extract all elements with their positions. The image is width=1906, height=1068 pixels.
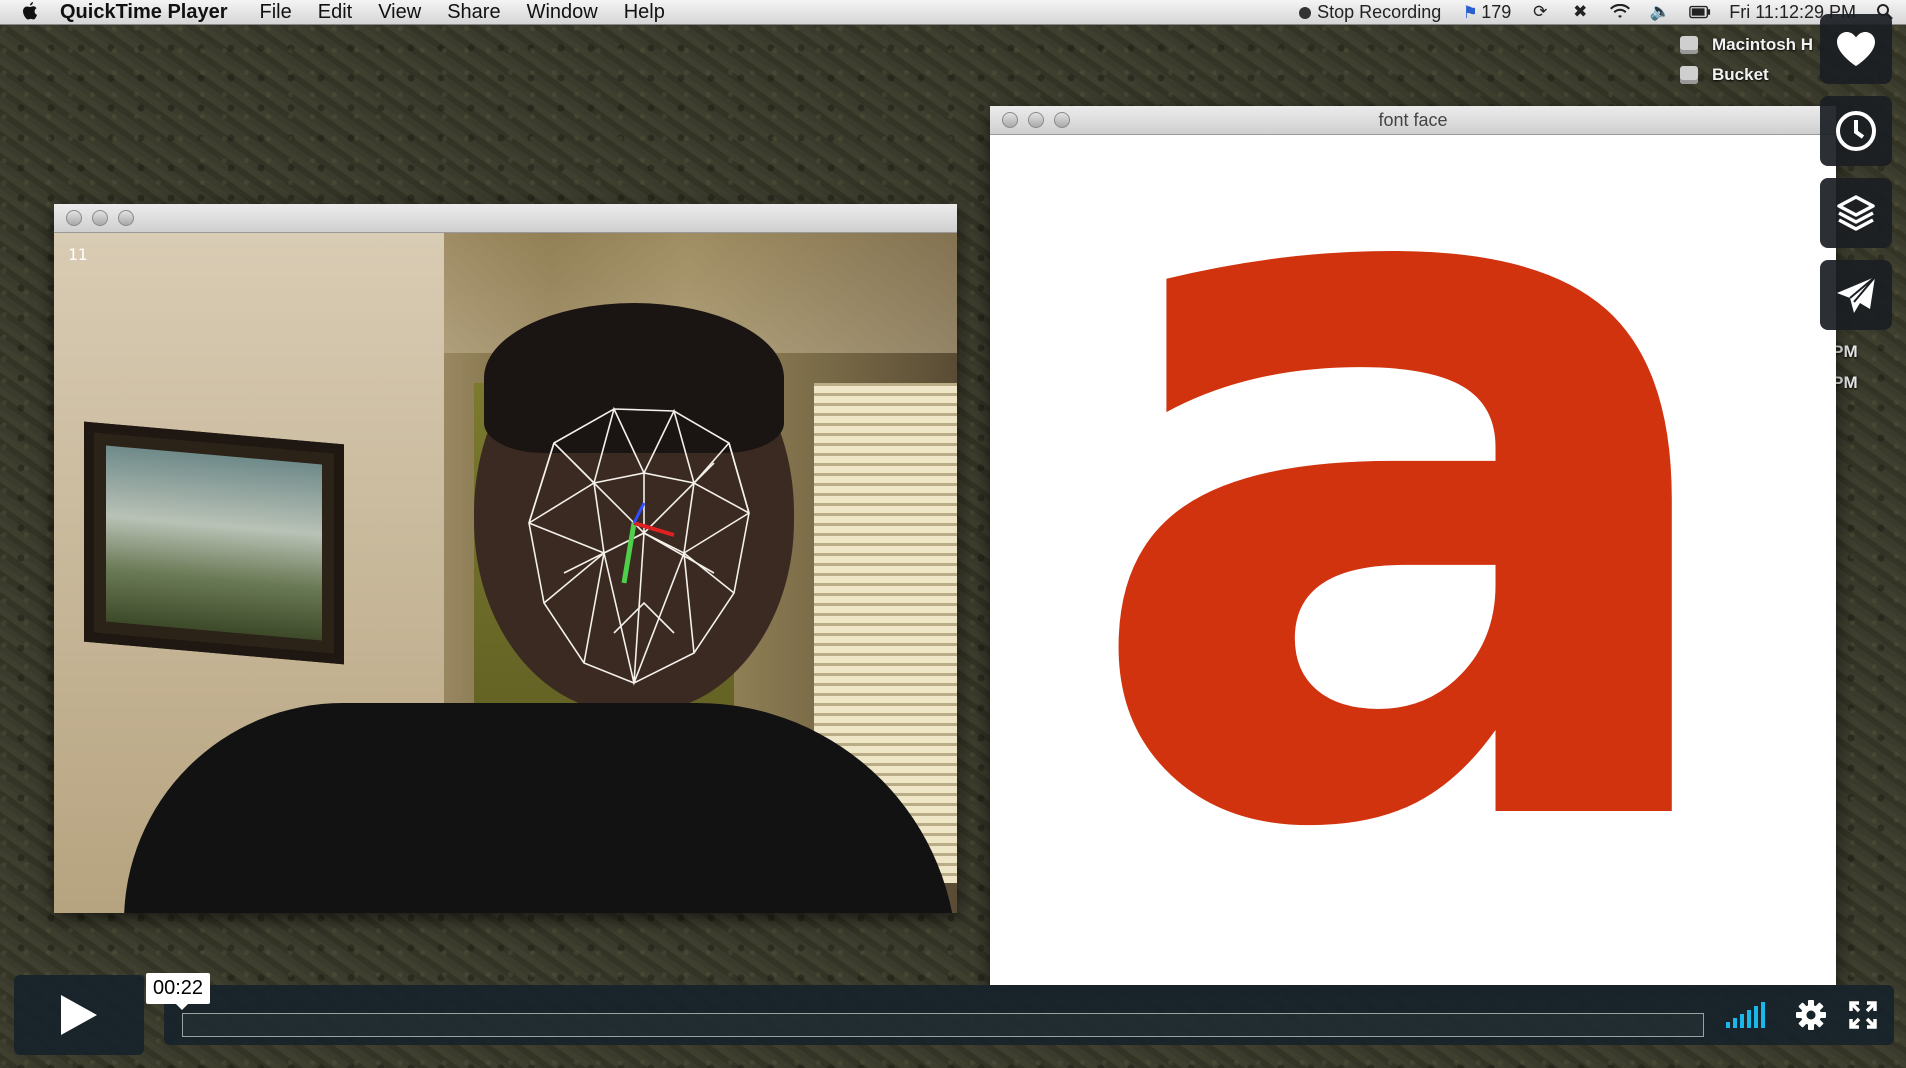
letter-glyph: a xyxy=(1075,135,1751,985)
battery-icon[interactable] xyxy=(1689,2,1711,22)
menu-bar: QuickTime Player File Edit View Share Wi… xyxy=(0,0,1906,25)
drive-macintosh-hd[interactable]: Macintosh H xyxy=(1680,30,1813,60)
stop-recording-label: Stop Recording xyxy=(1317,1,1442,22)
volume-icon[interactable]: 🔈 xyxy=(1649,2,1671,22)
flag-icon: ⚑ xyxy=(1462,2,1478,22)
bluetooth-icon[interactable]: ✖ xyxy=(1569,2,1591,22)
wifi-icon[interactable] xyxy=(1609,2,1631,22)
current-time-tooltip: 00:22 xyxy=(146,973,211,1010)
menu-file[interactable]: File xyxy=(260,1,292,24)
stop-recording-button[interactable]: Stop Recording xyxy=(1299,2,1441,23)
webcam-feed: 11 xyxy=(54,233,957,913)
font-window-titlebar[interactable]: font face xyxy=(990,106,1836,135)
video-side-actions xyxy=(1820,14,1892,330)
fullscreen-icon xyxy=(1849,1001,1877,1029)
heart-icon xyxy=(1837,32,1875,66)
watch-later-button[interactable] xyxy=(1820,96,1892,166)
layers-icon xyxy=(1837,195,1875,231)
font-face-window: font face a xyxy=(990,106,1836,985)
volume-bars-icon xyxy=(1726,1002,1765,1028)
painting-canvas xyxy=(106,445,322,641)
settings-button[interactable] xyxy=(1794,999,1828,1031)
camera-window-titlebar[interactable] xyxy=(54,204,957,233)
menu-edit[interactable]: Edit xyxy=(318,1,352,24)
flag-counter-value: 179 xyxy=(1481,1,1512,22)
play-button[interactable] xyxy=(14,975,144,1055)
sync-icon[interactable]: ⟳ xyxy=(1529,2,1551,22)
menu-window[interactable]: Window xyxy=(527,1,598,24)
menu-help[interactable]: Help xyxy=(624,1,665,24)
hard-drive-icon xyxy=(1680,66,1698,84)
menu-share[interactable]: Share xyxy=(447,1,500,24)
gear-icon xyxy=(1796,1000,1826,1030)
glyph-canvas: a xyxy=(990,135,1836,985)
menu-extras: Stop Recording ⚑ 179 ⟳ ✖ 🔈 Fri 11:12:29 P… xyxy=(1299,0,1896,24)
flag-counter[interactable]: ⚑ 179 xyxy=(1459,1,1512,23)
desktop-drive-list: Macintosh H Bucket xyxy=(1680,30,1813,90)
record-icon xyxy=(1299,6,1312,19)
frame-counter: 11 xyxy=(68,245,88,264)
drive-bucket[interactable]: Bucket xyxy=(1680,60,1813,90)
camera-window: 11 xyxy=(54,204,957,913)
window-title: font face xyxy=(1378,109,1448,130)
hard-drive-icon xyxy=(1680,36,1698,54)
menu-app-name[interactable]: QuickTime Player xyxy=(60,1,228,24)
apple-menu-icon[interactable] xyxy=(18,2,42,22)
drive-label: Bucket xyxy=(1712,65,1769,84)
video-player-controls: 00:22 xyxy=(14,973,1894,1055)
drive-label: Macintosh H xyxy=(1712,35,1814,54)
zoom-window-button[interactable] xyxy=(118,210,134,226)
fullscreen-button[interactable] xyxy=(1848,999,1878,1031)
close-window-button[interactable] xyxy=(66,210,82,226)
face-tracking-mesh xyxy=(528,406,750,686)
send-icon xyxy=(1837,276,1876,313)
clock-icon xyxy=(1836,111,1876,151)
play-icon xyxy=(61,995,97,1035)
minimize-window-button[interactable] xyxy=(92,210,108,226)
like-button[interactable] xyxy=(1820,14,1892,84)
wall-painting xyxy=(84,421,344,665)
progress-bar[interactable] xyxy=(182,1013,1704,1037)
collections-button[interactable] xyxy=(1820,178,1892,248)
share-button[interactable] xyxy=(1820,260,1892,330)
volume-button[interactable] xyxy=(1724,999,1770,1031)
menu-view[interactable]: View xyxy=(378,1,421,24)
